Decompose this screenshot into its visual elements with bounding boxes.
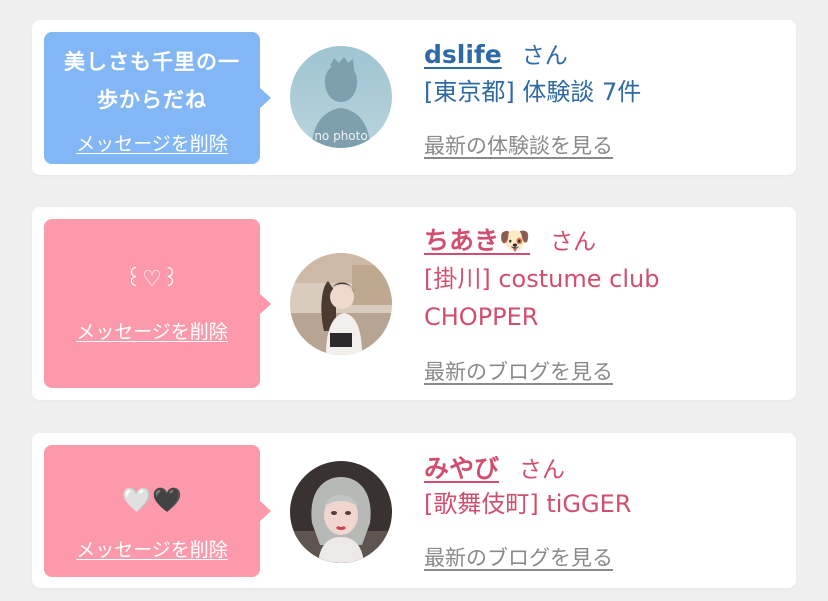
user-detail-line: [掛川] costume club [424, 265, 660, 293]
bubble-message-line: 歩からだね [97, 88, 207, 112]
user-name-link[interactable]: ちあき🐶 [424, 226, 530, 255]
user-detail-line: CHOPPER [424, 303, 539, 331]
favorite-card: 美しさも千里の一 歩からだね メッセージを削除 no photo dslife … [32, 20, 796, 175]
avatar[interactable]: no photo [290, 46, 392, 148]
name-line: dslife さん [424, 36, 568, 70]
message-bubble: 🤍🖤 メッセージを削除 [44, 445, 271, 577]
bubble-message: ꒰♡꒱ [124, 267, 180, 292]
bubble-message: 🤍🖤 [122, 486, 182, 514]
user-detail: [東京都] 体験談 7件 [424, 78, 642, 106]
honorific: さん [550, 229, 597, 255]
latest-reviews-link[interactable]: 最新の体験談を見る [424, 130, 613, 160]
name-line: みやび さん [424, 449, 565, 485]
latest-blog-link[interactable]: 最新のブログを見る [424, 542, 613, 572]
user-detail: [歌舞伎町] tiGGER [424, 490, 632, 518]
honorific: さん [521, 43, 568, 69]
delete-message-link[interactable]: メッセージを削除 [44, 129, 260, 156]
user-name-link[interactable]: みやび [424, 454, 499, 483]
no-photo-label: no photo [314, 129, 367, 143]
favorite-card: ꒰♡꒱ メッセージを削除 ちあき🐶 さん [掛川] costume club CH… [32, 207, 796, 400]
card-info: ちあき🐶 さん [掛川] costume club CHOPPER 最新のブログを… [424, 207, 780, 400]
avatar[interactable] [290, 253, 392, 355]
avatar[interactable] [290, 461, 392, 563]
message-bubble: ꒰♡꒱ メッセージを削除 [44, 219, 271, 388]
honorific: さん [519, 457, 566, 483]
favorite-list: 美しさも千里の一 歩からだね メッセージを削除 no photo dslife … [0, 0, 828, 601]
delete-message-link[interactable]: メッセージを削除 [44, 535, 260, 562]
card-info: みやび さん [歌舞伎町] tiGGER 最新のブログを見る [424, 433, 780, 588]
name-line: ちあき🐶 さん [424, 221, 596, 257]
delete-message-link[interactable]: メッセージを削除 [44, 317, 260, 344]
user-name-link[interactable]: dslife [424, 40, 502, 69]
message-bubble: 美しさも千里の一 歩からだね メッセージを削除 [44, 32, 271, 164]
user-photo-icon [290, 461, 392, 563]
user-photo-icon [290, 253, 392, 355]
favorite-card: 🤍🖤 メッセージを削除 みやび さん [歌舞伎町] tiGGER 最新のブログを見… [32, 433, 796, 588]
no-photo-avatar-icon: no photo [290, 46, 392, 148]
latest-blog-link[interactable]: 最新のブログを見る [424, 356, 613, 386]
bubble-message-line: 美しさも千里の一 [64, 50, 240, 74]
card-info: dslife さん [東京都] 体験談 7件 最新の体験談を見る [424, 20, 780, 175]
